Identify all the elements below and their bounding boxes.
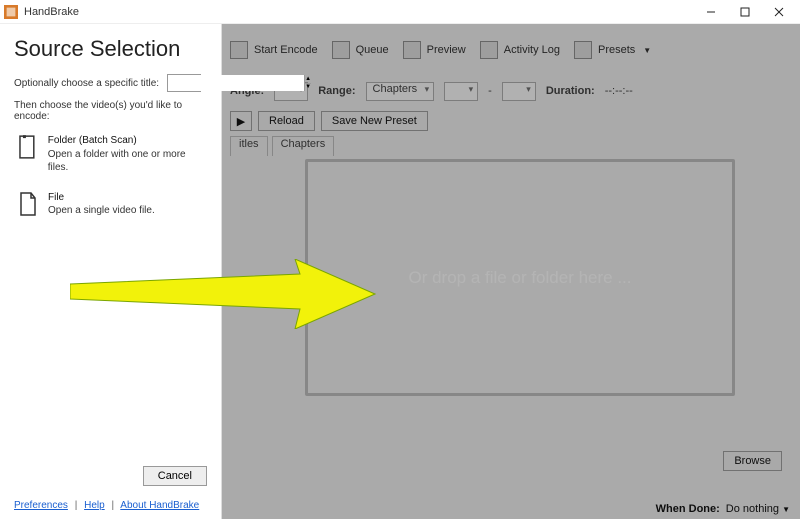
file-title: File [48,191,155,205]
when-done-row: When Done: Do nothing ▼ [656,503,790,515]
title-number-field[interactable] [168,75,304,91]
save-preset-button[interactable]: Save New Preset [321,111,428,131]
source-file-option[interactable]: File Open a single video file. [18,191,207,218]
when-done-select[interactable]: Do nothing ▼ [726,503,790,515]
activity-log-label: Activity Log [504,44,560,56]
source-selection-panel: Source Selection Optionally choose a spe… [0,24,222,519]
preset-play-button[interactable]: ▶ [230,111,252,131]
range-start-select[interactable] [444,82,478,101]
then-choose-label: Then choose the video(s) you'd like to e… [14,100,207,122]
folder-desc: Open a folder with one or more files. [48,148,207,175]
help-link[interactable]: Help [84,500,105,511]
range-mode-select[interactable]: Chapters [366,82,435,101]
queue-icon [332,41,350,59]
window-title: HandBrake [24,6,694,18]
panel-links: Preferences | Help | About HandBrake [14,500,207,511]
file-icon [18,191,38,217]
tab-subtitles[interactable]: itles [230,136,268,156]
settings-tabs: itles Chapters [230,136,800,156]
drop-zone[interactable]: Or drop a file or folder here ... [305,159,735,396]
tab-chapters[interactable]: Chapters [272,136,335,156]
separator: | [111,500,114,511]
close-button[interactable] [762,0,796,24]
file-desc: Open a single video file. [48,204,155,218]
maximize-button[interactable] [728,0,762,24]
window-titlebar: HandBrake [0,0,800,24]
about-link[interactable]: About HandBrake [120,500,199,511]
app-icon [4,5,18,19]
reload-button[interactable]: Reload [258,111,315,131]
source-folder-option[interactable]: Folder (Batch Scan) Open a folder with o… [18,134,207,175]
when-done-value: Do nothing [726,503,779,515]
minimize-button[interactable] [694,0,728,24]
separator: | [75,500,78,511]
start-encode-button[interactable]: Start Encode [230,41,318,59]
chevron-down-icon: ▼ [782,505,790,514]
spinner-up-icon[interactable]: ▲ [305,75,311,84]
presets-label: Presets [598,44,635,56]
range-label: Range: [318,85,355,97]
duration-value: --:--:-- [605,85,633,97]
presets-button[interactable]: Presets ▼ [574,41,651,59]
panel-heading: Source Selection [14,36,207,62]
play-icon [230,41,248,59]
when-done-label: When Done: [656,503,720,515]
optional-title-label: Optionally choose a specific title: [14,78,159,89]
folder-title: Folder (Batch Scan) [48,134,207,148]
folder-icon [18,134,38,160]
range-dash: - [488,85,492,97]
range-end-select[interactable] [502,82,536,101]
duration-label: Duration: [546,85,595,97]
drop-zone-text: Or drop a file or folder here ... [409,268,632,288]
preview-label: Preview [427,44,466,56]
presets-icon [574,41,592,59]
preview-icon [403,41,421,59]
queue-button[interactable]: Queue [332,41,389,59]
spinner-down-icon[interactable]: ▼ [305,84,311,92]
activity-log-button[interactable]: Activity Log [480,41,560,59]
start-encode-label: Start Encode [254,44,318,56]
browse-button[interactable]: Browse [723,451,782,471]
preview-button[interactable]: Preview [403,41,466,59]
queue-label: Queue [356,44,389,56]
log-icon [480,41,498,59]
preferences-link[interactable]: Preferences [14,500,68,511]
title-number-input[interactable]: ▲ ▼ [167,74,201,92]
chevron-down-icon: ▼ [643,46,651,55]
cancel-button[interactable]: Cancel [143,466,207,486]
